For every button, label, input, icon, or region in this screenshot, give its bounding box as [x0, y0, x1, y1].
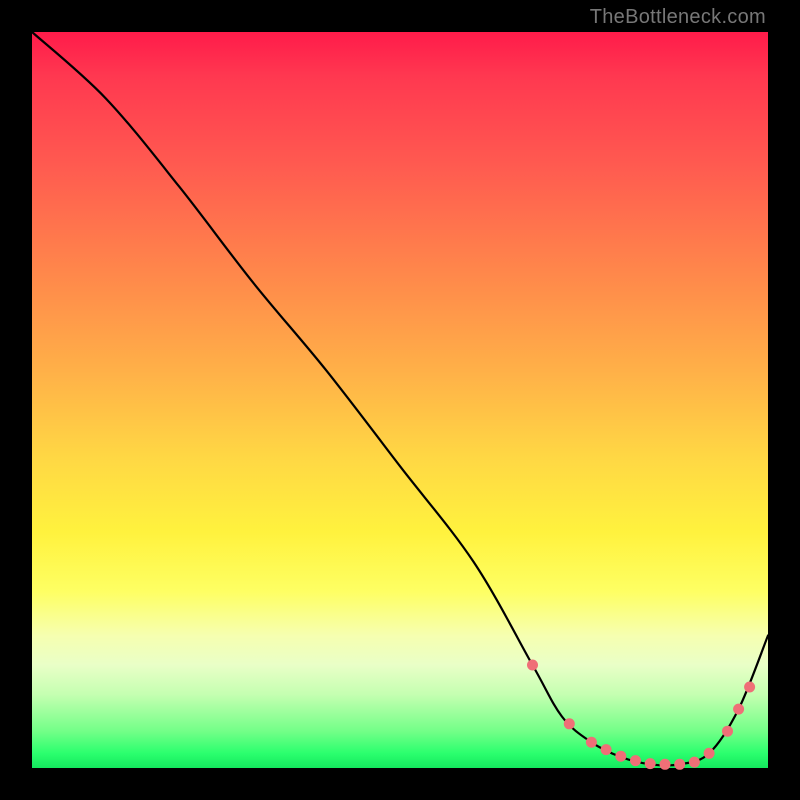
- bottleneck-curve: [32, 32, 768, 765]
- curve-marker: [630, 755, 641, 766]
- curve-marker: [744, 682, 755, 693]
- curve-marker: [601, 744, 612, 755]
- curve-marker: [660, 759, 671, 770]
- watermark-text: TheBottleneck.com: [590, 6, 766, 29]
- curve-marker: [674, 759, 685, 770]
- curve-marker: [527, 660, 538, 671]
- curve-marker: [645, 758, 656, 769]
- curve-marker: [615, 751, 626, 762]
- curve-marker: [689, 757, 700, 768]
- curve-marker: [733, 704, 744, 715]
- curve-marker: [704, 748, 715, 759]
- curve-marker: [586, 737, 597, 748]
- curve-marker: [722, 726, 733, 737]
- chart-frame: TheBottleneck.com: [0, 0, 800, 800]
- chart-overlay: [32, 32, 768, 768]
- curve-marker: [564, 718, 575, 729]
